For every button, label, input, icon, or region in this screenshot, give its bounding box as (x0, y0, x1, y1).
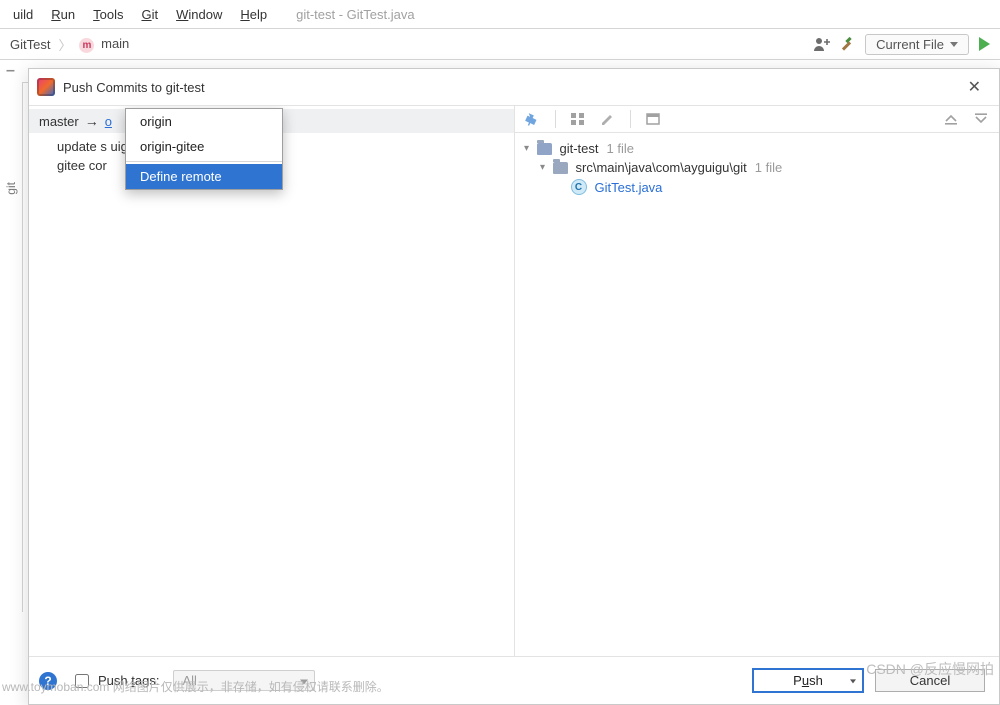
breadcrumb[interactable]: GitTest 〉 m main (6, 34, 133, 55)
preview-diff-icon[interactable] (645, 111, 661, 127)
menu-build[interactable]: uild (4, 4, 42, 25)
window-title-path: git-test - GitTest.java (296, 7, 414, 22)
collapse-marker-icon[interactable]: – (6, 62, 15, 80)
navigation-bar: GitTest 〉 m main Current File (0, 29, 1000, 60)
chevron-down-icon[interactable]: ▾ (521, 143, 533, 154)
tree-file-label: GitTest.java (595, 180, 663, 195)
git-tool-window-button[interactable]: git (4, 182, 18, 195)
popup-item-origin[interactable]: origin (126, 109, 282, 134)
run-configuration-selector[interactable]: Current File (865, 34, 969, 55)
push-button[interactable]: Push (753, 669, 863, 692)
code-with-me-icon[interactable] (813, 37, 831, 51)
watermark-csdn: CSDN @反应慢网拍 (866, 659, 994, 679)
local-branch-label: master (39, 114, 79, 129)
menu-git[interactable]: Git (132, 4, 167, 25)
main-menu-bar: uild Run Tools Git Window Help git-test … (0, 0, 1000, 29)
push-commits-dialog: Push Commits to git-test ✕ master → o up… (28, 68, 1000, 705)
watermark-footer: www.toymoban.com 网络图片仅供展示，非存储，如有侵权请联系删除。 (2, 678, 389, 695)
method-icon: m (79, 38, 94, 53)
menu-window[interactable]: Window (167, 4, 231, 25)
toolbar-separator (555, 110, 556, 128)
popup-item-define-remote[interactable]: Define remote (126, 164, 282, 189)
tool-window-stripe-left[interactable]: git (0, 82, 23, 612)
menu-run[interactable]: Run (42, 4, 84, 25)
changes-toolbar (515, 106, 1000, 133)
pin-icon[interactable] (522, 109, 543, 130)
breadcrumb-method[interactable]: m main (75, 34, 133, 55)
remote-link[interactable]: o (105, 114, 112, 129)
popup-item-origin-gitee[interactable]: origin-gitee (126, 134, 282, 159)
folder-icon (553, 162, 568, 174)
run-config-label: Current File (876, 37, 944, 52)
edit-icon[interactable] (600, 111, 616, 127)
commits-pane: master → o update s uigu/git/GitTest.jav… (29, 106, 515, 656)
tree-file-row[interactable]: C GitTest.java (521, 177, 994, 197)
close-icon[interactable]: ✕ (964, 75, 985, 99)
menu-tools[interactable]: Tools (84, 4, 132, 25)
remote-popup-menu: origin origin-gitee Define remote (125, 108, 283, 190)
popup-separator (126, 161, 282, 162)
dialog-title: Push Commits to git-test (63, 80, 205, 95)
dialog-title-bar: Push Commits to git-test ✕ (29, 69, 999, 106)
tree-path-row[interactable]: ▾ src\main\java\com\ayguigu\git 1 file (521, 158, 994, 177)
tree-root-label: git-test (560, 141, 599, 156)
toolbar-separator (630, 110, 631, 128)
chevron-down-icon[interactable] (850, 679, 856, 683)
java-class-icon: C (571, 179, 587, 195)
arrow-right-icon: → (85, 113, 99, 129)
chevron-down-icon[interactable]: ▾ (537, 162, 549, 173)
tree-root-count: 1 file (607, 141, 634, 156)
breadcrumb-method-label: main (101, 36, 129, 51)
tree-path-label: src\main\java\com\ayguigu\git (576, 160, 747, 175)
tree-path-count: 1 file (755, 160, 782, 175)
intellij-icon (37, 78, 55, 96)
collapse-all-icon[interactable] (973, 111, 989, 127)
group-by-icon[interactable] (570, 111, 586, 127)
breadcrumb-project[interactable]: GitTest (6, 35, 54, 54)
build-icon[interactable] (841, 37, 855, 51)
chevron-down-icon (950, 42, 958, 47)
tree-root-row[interactable]: ▾ git-test 1 file (521, 139, 994, 158)
changes-pane: ▾ git-test 1 file ▾ src\main\java\com\ay… (515, 106, 1000, 656)
changed-files-tree: ▾ git-test 1 file ▾ src\main\java\com\ay… (515, 133, 1000, 203)
project-folder-icon (537, 143, 552, 155)
breadcrumb-separator-icon: 〉 (58, 35, 71, 54)
menu-help[interactable]: Help (231, 4, 276, 25)
expand-all-icon[interactable] (943, 111, 959, 127)
run-icon[interactable] (979, 37, 990, 51)
